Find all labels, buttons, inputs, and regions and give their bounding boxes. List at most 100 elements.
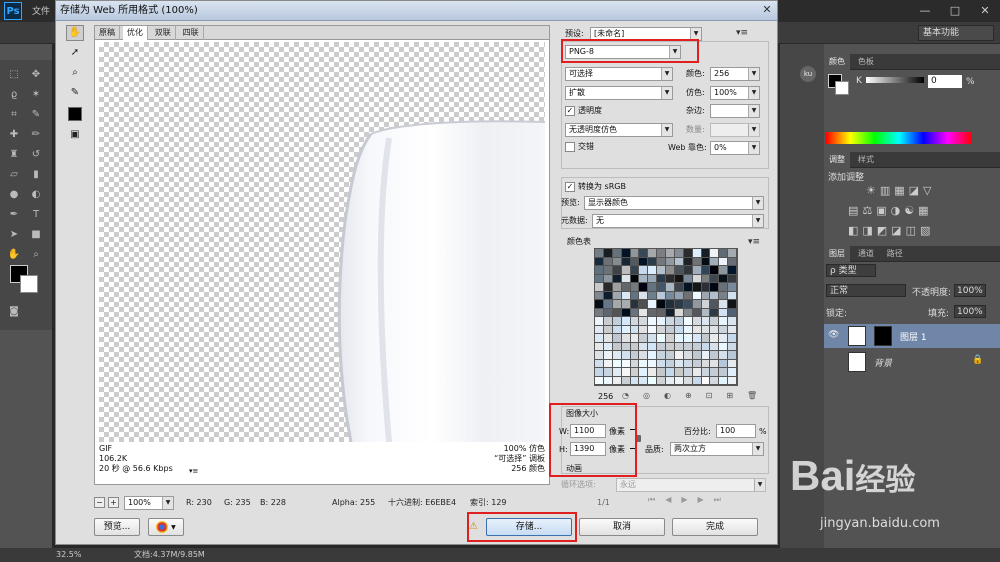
layer-name[interactable]: 背景 [874,356,892,369]
color-swatch[interactable] [674,266,684,275]
color-swatch[interactable] [648,274,658,283]
color-swatch[interactable] [701,351,711,360]
color-swatch[interactable] [648,283,658,292]
color-swatch[interactable] [630,266,640,275]
color-swatch[interactable] [648,334,658,343]
transparency-dither-select[interactable]: 无透明度仿色 ▼ [565,123,673,137]
color-swatch[interactable] [639,368,649,377]
layer-row-background[interactable]: 背景 🔒 [824,350,1000,374]
color-swatch[interactable] [683,351,693,360]
color-swatch[interactable] [683,317,693,326]
color-swatch[interactable] [630,257,640,266]
color-swatch[interactable] [728,291,737,300]
color-swatch[interactable] [639,249,649,258]
color-swatch[interactable] [603,266,613,275]
color-swatch[interactable] [621,283,631,292]
color-swatch[interactable] [595,308,604,317]
color-swatch[interactable] [701,342,711,351]
color-swatch[interactable] [728,359,737,368]
color-swatch[interactable] [701,317,711,326]
color-swatch[interactable] [692,300,702,309]
color-swatch[interactable] [683,368,693,377]
tab-color[interactable]: 颜色 [824,54,850,70]
color-swatch[interactable] [603,257,613,266]
lasso-tool-icon[interactable]: ϱ [6,88,22,102]
color-swatch[interactable] [674,257,684,266]
magic-wand-icon[interactable]: ✶ [28,88,44,102]
color-swatch[interactable] [603,368,613,377]
color-swatch[interactable] [621,291,631,300]
color-swatch[interactable] [595,291,604,300]
color-swatch[interactable] [692,359,702,368]
color-swatch[interactable] [710,368,720,377]
color-swatch[interactable] [630,342,640,351]
color-swatch[interactable] [648,291,658,300]
color-swatch[interactable] [701,266,711,275]
color-swatch[interactable] [639,283,649,292]
color-swatch[interactable] [639,291,649,300]
color-swatch[interactable] [719,334,729,343]
color-swatch[interactable] [701,334,711,343]
color-swatch[interactable] [657,342,666,351]
color-swatch[interactable] [621,325,631,334]
color-swatch[interactable] [657,266,666,275]
marquee-tool-icon[interactable]: ⬚ [6,68,22,82]
color-swatch[interactable] [630,334,640,343]
color-swatch[interactable] [657,351,666,360]
color-swatch[interactable] [692,376,702,385]
color-swatch[interactable] [710,274,720,283]
color-swatch[interactable] [603,351,613,360]
color-swatch[interactable] [621,351,631,360]
color-swatch[interactable] [621,359,631,368]
color-swatch[interactable] [683,308,693,317]
color-swatch[interactable] [701,376,711,385]
path-select-icon[interactable]: ➤ [6,228,22,242]
color-swatch[interactable] [621,274,631,283]
color-swatch[interactable] [595,317,604,326]
zoom-in-button[interactable]: + [108,497,119,508]
color-swatch[interactable] [728,308,737,317]
color-swatch[interactable] [710,325,720,334]
color-swatch[interactable] [639,376,649,385]
color-swatch[interactable] [701,291,711,300]
optimize-menu-icon[interactable]: ▾≡ [736,28,748,38]
color-swatch[interactable] [728,249,737,258]
tab-swatches[interactable]: 色板 [853,54,879,70]
color-swatch[interactable] [648,325,658,334]
color-swatch[interactable] [603,308,613,317]
color-swatch[interactable] [701,257,711,266]
opacity-field[interactable]: 100% [954,284,986,297]
color-swatch[interactable] [719,351,729,360]
matte-select[interactable]: ▼ [710,104,760,118]
tab-channels[interactable]: 通道 [853,246,879,262]
color-swatch[interactable] [701,249,711,258]
color-swatch[interactable] [674,325,684,334]
move-tool-icon[interactable]: ✥ [28,68,44,82]
color-swatch[interactable] [701,368,711,377]
k-value-field[interactable]: 0 [928,75,962,88]
color-swatch[interactable] [612,359,622,368]
color-swatch[interactable] [701,359,711,368]
color-swatch[interactable] [710,317,720,326]
color-swatch[interactable] [595,351,604,360]
color-swatch[interactable] [710,257,720,266]
color-swatch[interactable] [603,359,613,368]
color-swatch[interactable] [666,376,675,385]
color-swatch[interactable] [648,342,658,351]
history-brush-icon[interactable]: ↺ [28,148,44,162]
color-swatch[interactable] [612,325,622,334]
layer-kind-filter[interactable]: ρ 类型 [826,264,876,277]
color-swatch[interactable] [728,274,737,283]
crop-tool-icon[interactable]: ⌗ [6,108,22,122]
browser-select-button[interactable]: ▼ [148,518,184,536]
color-swatch[interactable] [710,283,720,292]
eyedropper-tool-icon[interactable]: ✎ [28,108,44,122]
color-swatch[interactable] [595,342,604,351]
color-background-swatch[interactable] [835,81,849,95]
color-swatch[interactable] [630,300,640,309]
color-table-menu-icon[interactable]: ▾≡ [748,237,760,247]
color-swatch[interactable] [612,308,622,317]
color-swatch[interactable] [666,274,675,283]
color-spectrum-ramp[interactable] [826,132,972,144]
color-swatch[interactable] [683,342,693,351]
